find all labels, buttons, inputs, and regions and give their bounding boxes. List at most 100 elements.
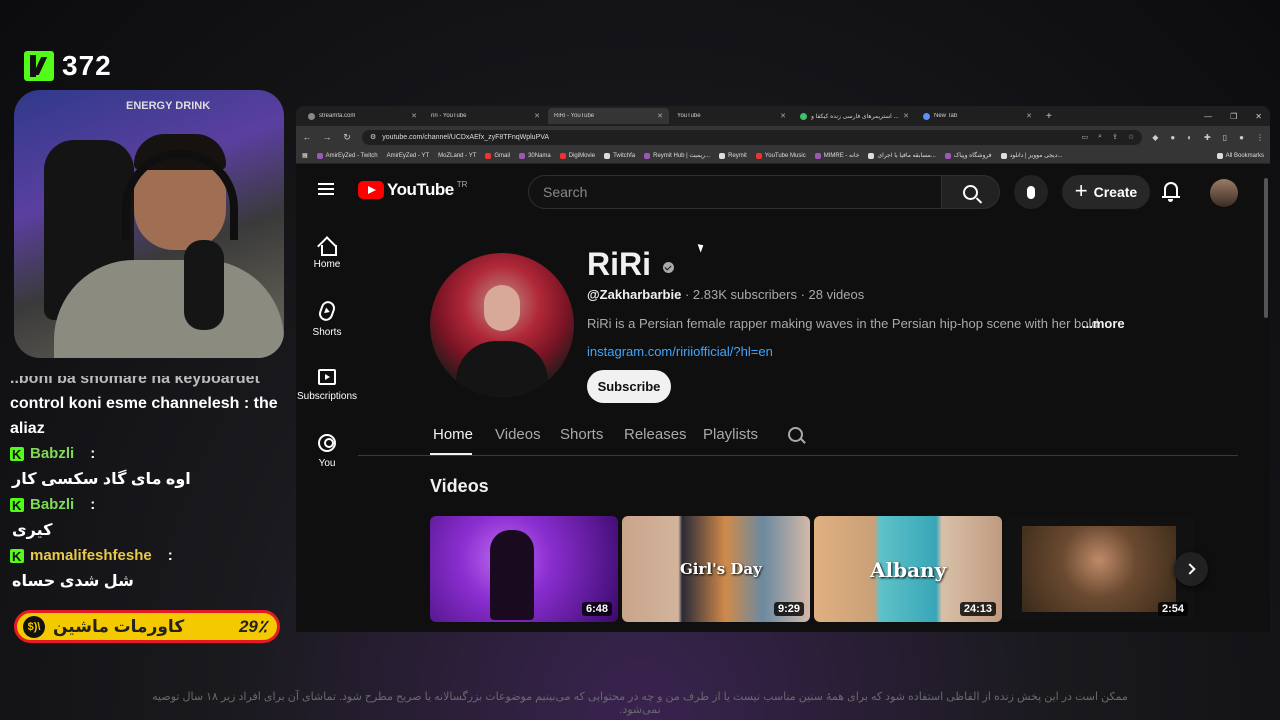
bookmark-item[interactable]: YouTube Music: [755, 152, 806, 159]
cast-icon[interactable]: ▭: [1082, 133, 1089, 141]
search-bar: Search: [528, 175, 1000, 209]
address-bar-row: ← → ↻ ⚙ youtube.com/channel/UCDxAEfx_zyF…: [296, 126, 1270, 148]
channel-search-icon[interactable]: [788, 427, 803, 442]
profile-icon[interactable]: ●: [1239, 133, 1244, 142]
zoom-icon[interactable]: ⌕: [1098, 133, 1102, 141]
extension-icon[interactable]: ◆: [1152, 133, 1158, 142]
browser-tab-active[interactable]: RiRi - YouTube ✕: [296, 108, 1270, 632]
bookmark-item[interactable]: مسابقه مافیا با اجرای...: [868, 152, 936, 159]
all-bookmarks[interactable]: All Bookmarks: [1216, 152, 1264, 159]
sidebar-item-home[interactable]: Home: [296, 220, 358, 286]
create-button[interactable]: + Create: [1062, 175, 1150, 209]
new-tab-button[interactable]: +: [1040, 111, 1058, 122]
video-thumbnail[interactable]: Girl's Day 9:29: [622, 516, 810, 622]
bookmark-item[interactable]: 30Nama: [519, 152, 551, 159]
voice-search-button[interactable]: [1014, 175, 1048, 209]
account-avatar[interactable]: [1210, 179, 1238, 207]
bookmark-item[interactable]: AmirEyZed - Twitch: [316, 152, 378, 159]
search-icon: [963, 184, 978, 200]
chat-username[interactable]: Babzli :: [10, 441, 285, 468]
channel-description[interactable]: RiRi is a Persian female rapper making w…: [587, 316, 1127, 331]
shelf-next-button[interactable]: [1174, 552, 1208, 586]
chrome-icon: [923, 112, 930, 120]
close-icon[interactable]: ✕: [411, 112, 417, 120]
minimize-icon[interactable]: —: [1204, 112, 1212, 121]
sidebar-item-you[interactable]: You: [296, 418, 358, 484]
channel-meta: @Zakharbarbie · 2.83K subscribers · 28 v…: [587, 287, 865, 302]
youtube-logo[interactable]: YouTube TR: [358, 180, 467, 200]
close-icon[interactable]: ✕: [657, 112, 663, 120]
kick-badge-icon: [10, 544, 24, 570]
site-info-icon[interactable]: ⚙: [370, 133, 376, 141]
bookmark-star-icon[interactable]: ☆: [1128, 133, 1134, 141]
bookmark-item[interactable]: AmirEyZed - YT: [296, 153, 1270, 632]
url-field[interactable]: ⚙ youtube.com/channel/UCDxAEfx_zyF8TFnqW…: [362, 129, 1143, 145]
tab-releases[interactable]: Releases: [624, 426, 687, 443]
reload-icon[interactable]: ↻: [342, 132, 352, 143]
bookmark-item[interactable]: DigiMovie: [559, 152, 595, 159]
youtube-page: YouTube TR Search + Create Home Shorts S…: [296, 164, 1270, 632]
share-icon[interactable]: ⇪: [1112, 133, 1118, 141]
bookmark-item[interactable]: Reymit: [719, 152, 747, 159]
tab-home[interactable]: Home: [433, 426, 473, 443]
video-thumbnail[interactable]: 6:48: [430, 516, 618, 622]
extensions-puzzle-icon[interactable]: ✚: [1204, 133, 1211, 142]
browser-tab[interactable]: New Tab ✕: [917, 108, 1038, 124]
restore-icon[interactable]: ❐: [1230, 112, 1237, 121]
video-thumbnail[interactable]: Albany 24:13: [814, 516, 1002, 622]
sidebar-item-shorts[interactable]: Shorts: [296, 286, 358, 352]
video-thumbnail[interactable]: 2:54: [1006, 516, 1194, 622]
forward-icon[interactable]: →: [322, 132, 332, 142]
dollar-icon: $)\: [23, 615, 45, 638]
browser-tab[interactable]: YouTube ✕: [296, 108, 1270, 632]
browser-tab[interactable]: streamfa.com ✕: [302, 108, 423, 124]
chat-username[interactable]: mamalifeshfeshe :: [10, 543, 285, 570]
sidebar-item-subscriptions[interactable]: Subscriptions: [296, 352, 358, 418]
verified-icon: [663, 262, 674, 273]
extension-icon[interactable]: ●: [1170, 133, 1175, 142]
tab-playlists[interactable]: Playlists: [703, 426, 758, 443]
tab-videos[interactable]: Videos: [495, 426, 541, 443]
bookmark-item[interactable]: MoZLand - YT: [296, 153, 1270, 632]
close-icon[interactable]: ✕: [534, 112, 540, 120]
channel-external-link[interactable]: instagram.com/ririiofficial/?hl=en: [587, 344, 773, 359]
globe-icon: [308, 112, 315, 120]
tab-shorts[interactable]: Shorts: [560, 426, 603, 443]
close-window-icon[interactable]: ✕: [1255, 112, 1262, 121]
menu-dots-icon[interactable]: ⋮: [1256, 133, 1264, 142]
bookmark-item[interactable]: دیجی موویز | دانلود...: [1000, 152, 1062, 159]
extension-icon[interactable]: ◐: [1187, 133, 1192, 142]
more-link[interactable]: ...more: [1082, 316, 1125, 331]
search-input[interactable]: Search: [528, 175, 942, 209]
apps-grid-icon[interactable]: ▦: [302, 152, 308, 159]
bookmark-item[interactable]: Twitchfa: [604, 152, 635, 159]
bookmark-item[interactable]: Gmail: [485, 152, 510, 159]
home-icon: [318, 237, 337, 256]
channel-avatar[interactable]: [430, 253, 574, 397]
bookmark-item[interactable]: MIMRE - خانه: [814, 152, 859, 159]
browser-tab[interactable]: riri - YouTube ✕: [296, 108, 1270, 632]
close-icon[interactable]: ✕: [903, 112, 909, 120]
browser-tab[interactable]: استریمرهای فارسی زنده کیکفا و ... ✕: [794, 108, 915, 124]
hamburger-menu-icon[interactable]: [318, 183, 334, 195]
tab-bar: streamfa.com ✕ riri - YouTube ✕ RiRi - Y…: [296, 106, 1270, 632]
notifications-bell-icon[interactable]: [1162, 182, 1180, 202]
stream-chat: ..boni ba shomare ha keyboardet control …: [10, 376, 285, 606]
viewer-badge: 372: [24, 50, 112, 82]
browser-window: streamfa.com ✕ riri - YouTube ✕ RiRi - Y…: [296, 106, 1270, 632]
webcam-feed: ENERGY DRINK: [14, 90, 284, 358]
sidepanel-icon[interactable]: ▯: [1223, 133, 1227, 142]
stream-disclaimer: ممکن است در این پخش زنده از الفاظی استفا…: [152, 691, 1128, 716]
page-scrollbar[interactable]: [1264, 178, 1268, 318]
bookmark-item[interactable]: Reymit Hub | ریمیت...: [644, 152, 710, 159]
search-button[interactable]: [942, 175, 1000, 209]
bookmark-item[interactable]: فروشگاه وپیاک: [944, 152, 992, 159]
close-icon[interactable]: ✕: [780, 112, 786, 120]
country-code: TR: [456, 179, 468, 189]
subscribe-button[interactable]: Subscribe: [587, 370, 671, 403]
close-icon[interactable]: ✕: [1026, 112, 1032, 120]
chat-username[interactable]: Babzli :: [10, 492, 285, 519]
youtube-sidebar: Home Shorts Subscriptions You: [296, 220, 358, 484]
kick-logo-icon: [24, 51, 54, 81]
back-icon[interactable]: ←: [302, 132, 312, 142]
